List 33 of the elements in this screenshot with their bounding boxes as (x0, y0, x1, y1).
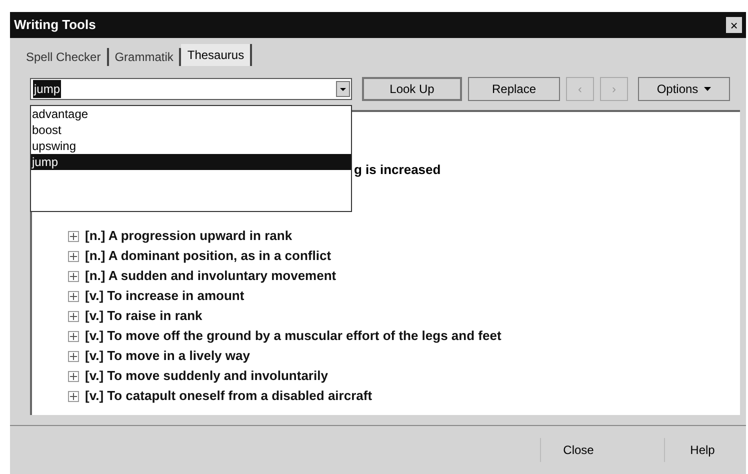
expand-icon[interactable] (68, 270, 79, 282)
field-value: jump (33, 80, 62, 98)
tab[interactable]: Spell Checker (20, 48, 109, 66)
tree-item[interactable]: [n.] A progression upward in rank (85, 226, 292, 246)
dropdown-option[interactable]: boost (31, 122, 351, 138)
expand-icon[interactable] (68, 390, 79, 402)
tree-item[interactable]: [v.] To move in a lively way (85, 346, 250, 366)
expand-icon[interactable] (68, 330, 79, 342)
tree-item-text: g is increased (354, 161, 441, 179)
expand-icon[interactable] (68, 290, 79, 302)
lookup-combo-box[interactable]: jump (30, 78, 352, 100)
tree-item[interactable]: [v.] To move suddenly and involuntarily (85, 366, 328, 386)
tree-item[interactable]: [v.] To catapult oneself from a disabled aircraft (85, 386, 372, 406)
expand-icon[interactable] (68, 310, 79, 322)
tree-item[interactable]: [v.] To raise in rank (85, 306, 202, 326)
expand-icon[interactable] (68, 250, 79, 262)
tree-item[interactable]: [v.] To move off the ground by a muscular effort of the legs and feet (85, 326, 502, 346)
expand-icon[interactable] (68, 350, 79, 362)
dropdown-option[interactable]: upswing (31, 138, 351, 154)
tree-item[interactable]: [n.] A sudden and involuntary movement (85, 266, 336, 286)
expand-icon[interactable] (68, 370, 79, 382)
window-title: Writing Tools (14, 16, 96, 34)
dropdown-option[interactable]: jump (31, 154, 351, 170)
dropdown-option[interactable]: advantage (31, 106, 351, 122)
caret-icon (704, 87, 712, 91)
close-button[interactable]: × (726, 17, 742, 33)
toolbar-button[interactable]: Look Up (362, 77, 462, 101)
expand-icon[interactable] (68, 230, 79, 242)
tab[interactable]: Thesaurus (181, 44, 252, 66)
tree-item[interactable]: [v.] To increase in amount (85, 286, 244, 306)
options-menu-button[interactable]: Options (638, 77, 730, 101)
toolbar-button[interactable]: Replace (468, 77, 560, 101)
tree-item[interactable]: [n.] A dominant position, as in a conflict (85, 246, 332, 266)
